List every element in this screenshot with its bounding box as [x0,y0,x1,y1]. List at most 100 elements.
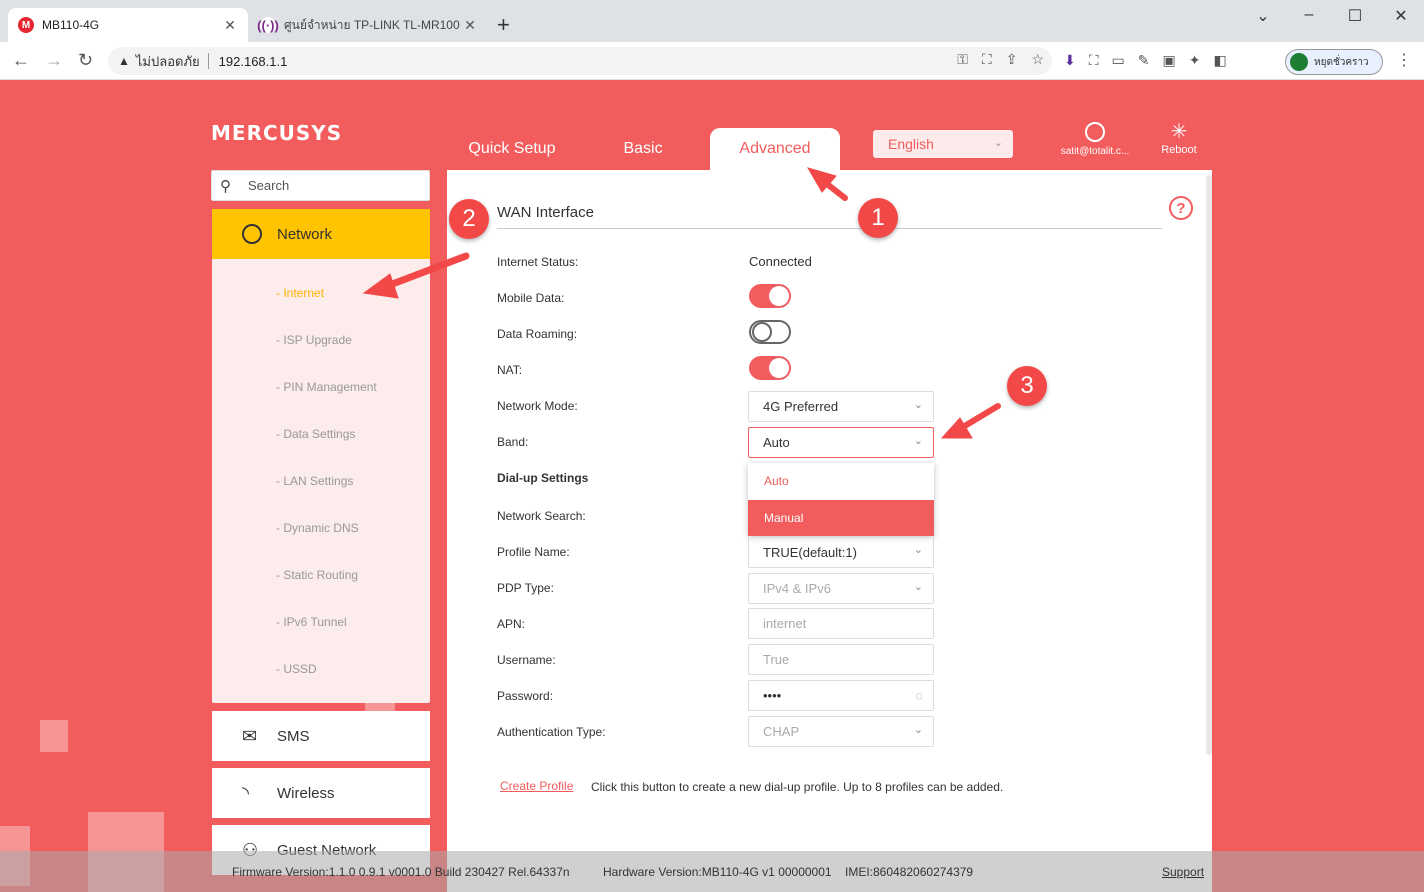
band-value: Auto [763,435,790,450]
sidebar-item-isp-upgrade[interactable]: - ISP Upgrade [276,333,352,347]
puzzle-icon[interactable]: ✦ [1189,52,1201,69]
password-label: Password: [497,689,554,703]
language-value: English [888,136,934,152]
tab-quick-setup[interactable]: Quick Setup [450,128,574,170]
profile-name-select[interactable]: TRUE(default:1) ⌄ [748,537,934,568]
reload-icon[interactable]: ↻ [78,50,93,71]
screenshot-extension-icon[interactable]: ⛶ [1089,52,1099,69]
network-mode-select[interactable]: 4G Preferred ⌄ [748,391,934,422]
sidebar-item-static-routing[interactable]: - Static Routing [276,568,358,582]
pdp-type-value: IPv4 & IPv6 [763,581,831,596]
auth-type-select[interactable]: CHAP ⌄ [748,716,934,747]
apn-field[interactable]: internet [748,608,934,639]
profile-name-label: Profile Name: [497,545,570,559]
url-text[interactable]: 192.168.1.1 [219,54,288,69]
browser-toolbar: ← → ↻ ▲ ไม่ปลอดภัย 192.168.1.1 ⚿ ⛶ ⇪ ☆ ⬇… [0,42,1424,80]
data-roaming-label: Data Roaming: [497,327,578,341]
content-scrollbar[interactable] [1206,175,1212,755]
sidebar-item-lan-settings[interactable]: - LAN Settings [276,474,353,488]
tab-search-chevron-icon[interactable]: ⌄ [1240,6,1286,26]
create-profile-button[interactable]: Create Profile [500,779,573,793]
footer-bar: Firmware Version:1.1.0 0.9.1 v0001.0 Bui… [0,851,1424,892]
envelope-icon: ✉ [242,725,258,746]
warning-triangle-icon[interactable]: ▲ [118,54,130,68]
capture-extension-icon[interactable]: ▣ [1163,52,1176,69]
user-account[interactable]: satit@totalit.c... [1060,122,1130,157]
browser-tab-strip: M MB110-4G ✕ ((·)) ศูนย์จำหน่าย TP-LINK … [0,0,1424,42]
language-select[interactable]: English ⌄ [873,130,1013,158]
sidebar-item-pin-management[interactable]: - PIN Management [276,380,377,394]
address-bar[interactable]: ▲ ไม่ปลอดภัย 192.168.1.1 ⚿ ⛶ ⇪ ☆ [108,47,1052,75]
share-icon[interactable]: ⇪ [1006,51,1018,68]
sidebar-item-ipv6-tunnel[interactable]: - IPv6 Tunnel [276,615,347,629]
translate-icon[interactable]: ⛶ [982,51,992,68]
apn-value: internet [763,616,807,631]
password-field[interactable]: •••• ◌ [748,680,934,711]
username-field[interactable]: True [748,644,934,675]
sidebar-item-internet[interactable]: - Internet [276,286,324,300]
search-input[interactable]: ⚲ Search [211,170,430,201]
username-label: Username: [497,653,556,667]
internet-status-label: Internet Status: [497,255,579,269]
cast-extension-icon[interactable]: ▭ [1112,52,1125,69]
sidebar-item-sms[interactable]: ✉ SMS [212,711,430,761]
sidebar-item-label: SMS [277,727,310,745]
key-icon[interactable]: ⚿ [957,51,968,68]
new-tab-button[interactable]: + [497,12,510,38]
tab-close-icon[interactable]: ✕ [462,17,478,34]
annotation-badge-2: 2 [449,199,489,239]
pdp-type-label: PDP Type: [497,581,554,595]
user-label: satit@totalit.c... [1060,146,1130,157]
browser-tab-mb110[interactable]: M MB110-4G ✕ [8,8,248,42]
data-roaming-toggle[interactable] [749,320,791,344]
band-option-auto[interactable]: Auto [748,463,934,499]
nat-toggle[interactable] [749,356,791,380]
apn-label: APN: [497,617,526,631]
password-value: •••• [763,688,782,703]
sidebar-item-label: Wireless [277,784,335,802]
band-option-manual[interactable]: Manual [748,500,934,536]
bookmark-star-icon[interactable]: ☆ [1031,51,1044,68]
pdp-type-select[interactable]: IPv4 & IPv6 ⌄ [748,573,934,604]
eye-slash-icon[interactable]: ◌ [915,688,923,703]
edit-extension-icon[interactable]: ✎ [1138,52,1150,69]
sidebar-item-dynamic-dns[interactable]: - Dynamic DNS [276,521,359,535]
sidebar-item-network[interactable]: Network [212,209,430,259]
browser-tab-tplink[interactable]: ((·)) ศูนย์จำหน่าย TP-LINK TL-MR100 3G ✕ [250,8,488,42]
tab-close-icon[interactable]: ✕ [222,17,238,34]
toggle-knob [769,358,789,378]
tab-basic[interactable]: Basic [590,128,696,170]
reboot-icon: ✳ [1170,121,1188,143]
profile-name-value: TRUE(default:1) [763,544,857,560]
support-link[interactable]: Support [1162,865,1204,879]
security-status[interactable]: ไม่ปลอดภัย [136,51,200,72]
band-select[interactable]: Auto ⌄ [748,427,934,458]
sidebar-item-data-settings[interactable]: - Data Settings [276,427,355,441]
imei-text: IMEI:860482060274379 [845,865,974,879]
auth-type-value: CHAP [763,724,800,739]
maximize-button[interactable]: ☐ [1332,6,1378,26]
side-panel-icon[interactable]: ◧ [1213,52,1226,69]
back-arrow-icon[interactable]: ← [12,50,30,71]
mobile-data-toggle[interactable] [749,284,791,308]
download-extension-icon[interactable]: ⬇ [1064,52,1076,69]
extension-icons: ⬇ ⛶ ▭ ✎ ▣ ✦ ◧ [1064,52,1227,69]
divider [497,228,1162,229]
tab-advanced[interactable]: Advanced [710,128,840,170]
kebab-menu-icon[interactable]: ⋮ [1396,50,1412,70]
help-icon[interactable]: ? [1169,196,1193,220]
forward-arrow-icon[interactable]: → [45,50,63,71]
toggle-knob [752,322,772,342]
network-mode-value: 4G Preferred [763,399,839,414]
sidebar-item-ussd[interactable]: - USSD [276,662,317,676]
signal-tower-icon: ((·)) [257,17,279,33]
divider [207,53,209,69]
reboot-button[interactable]: ✳ Reboot [1158,122,1200,156]
reboot-label: Reboot [1161,144,1197,156]
sidebar-item-wireless[interactable]: ◝ Wireless [212,768,430,818]
minimize-button[interactable]: – [1286,6,1332,24]
username-value: True [763,652,790,667]
close-window-button[interactable]: ✕ [1378,6,1424,26]
chevron-down-icon: ⌄ [913,544,923,556]
profile-button[interactable]: หยุดชั่วคราว [1285,49,1383,75]
